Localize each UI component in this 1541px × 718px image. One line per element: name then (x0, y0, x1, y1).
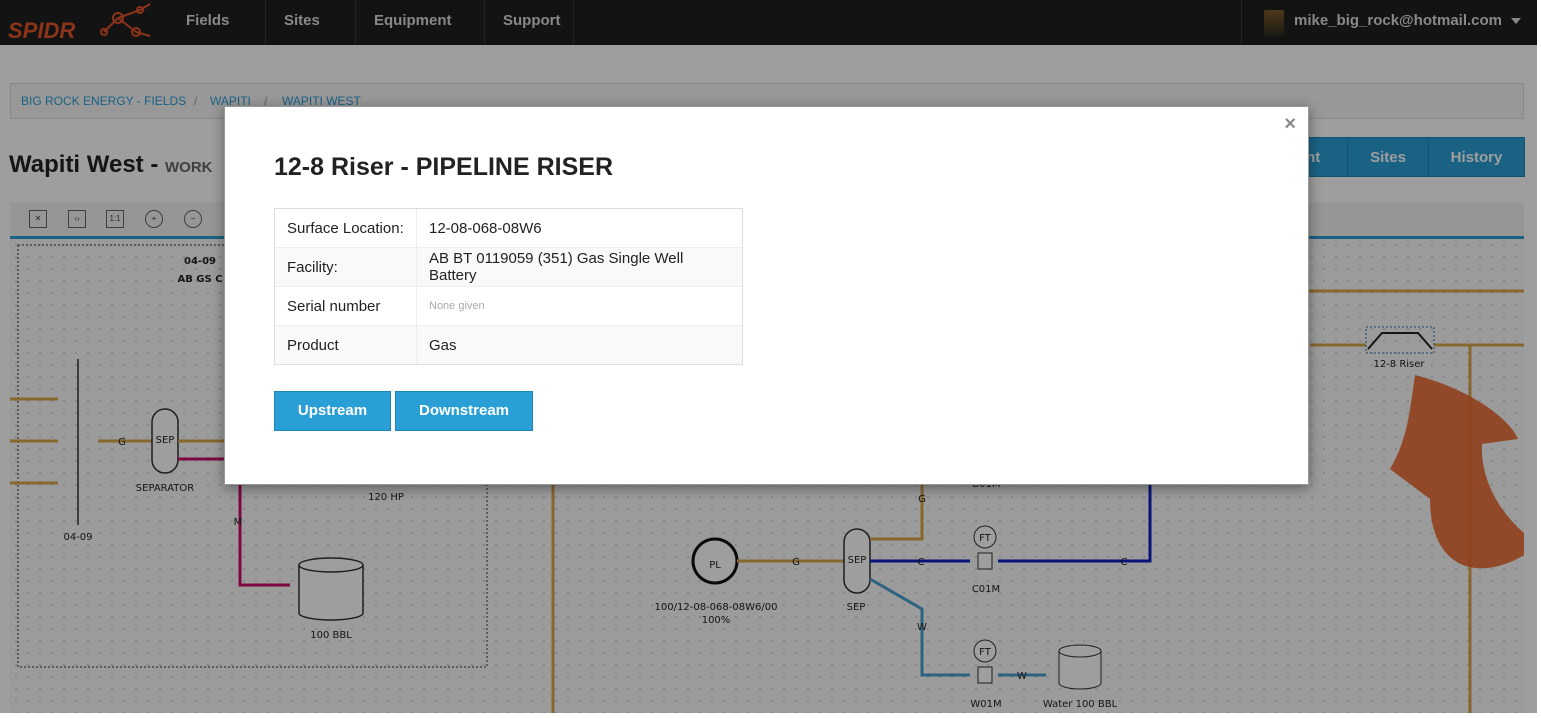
equipment-info-table: Surface Location: 12-08-068-08W6 Facilit… (274, 208, 743, 365)
table-row: Facility: AB BT 0119059 (351) Gas Single… (275, 247, 742, 286)
close-icon[interactable]: × (1284, 113, 1296, 136)
row-key: Product (275, 325, 417, 364)
row-value: AB BT 0119059 (351) Gas Single Well Batt… (417, 247, 742, 286)
row-value: None given (417, 286, 742, 325)
modal-title: 12-8 Riser - PIPELINE RISER (274, 153, 614, 181)
table-row: Serial number None given (275, 286, 742, 325)
table-row: Surface Location: 12-08-068-08W6 (275, 209, 742, 247)
row-key: Serial number (275, 286, 417, 325)
row-key: Surface Location: (275, 209, 417, 247)
upstream-button[interactable]: Upstream (274, 391, 391, 431)
row-value: Gas (417, 325, 742, 364)
row-value: 12-08-068-08W6 (429, 219, 542, 237)
row-key: Facility: (275, 247, 417, 286)
equipment-modal: × 12-8 Riser - PIPELINE RISER Surface Lo… (224, 106, 1309, 485)
table-row: Product Gas (275, 325, 742, 364)
downstream-button[interactable]: Downstream (395, 391, 533, 431)
